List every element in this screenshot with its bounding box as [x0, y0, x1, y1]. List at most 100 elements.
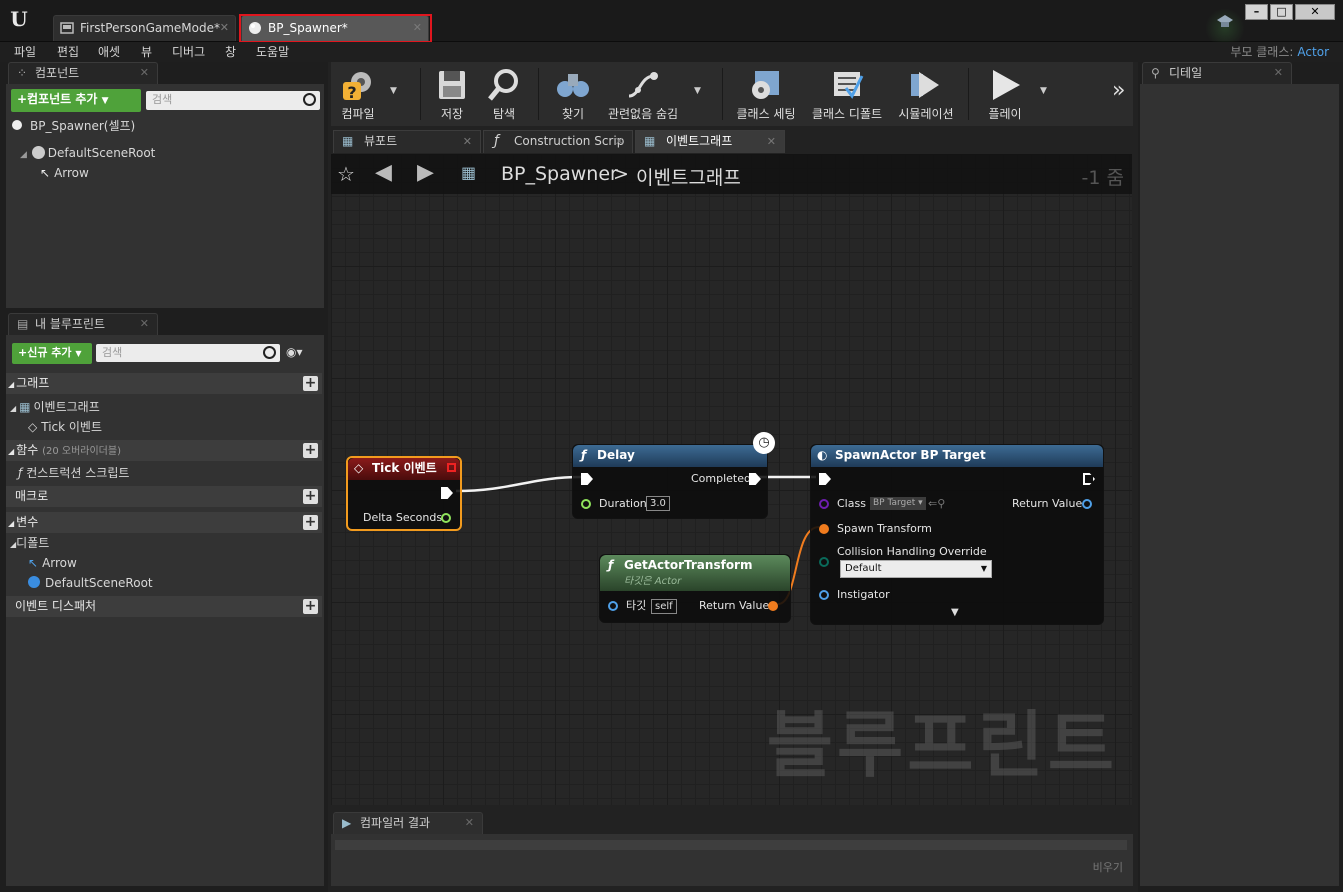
duration-value-input[interactable]: 3.0	[646, 496, 670, 511]
compile-button[interactable]: ? 컴파일	[334, 64, 382, 124]
play-options-dropdown[interactable]: ▼	[1040, 86, 1047, 96]
add-function-button[interactable]: +	[303, 443, 318, 458]
menu-file[interactable]: 파일	[14, 42, 36, 62]
transform-input-pin[interactable]	[819, 524, 829, 534]
class-defaults-button[interactable]: 클래스 디폴트	[808, 64, 886, 124]
minimize-button[interactable]: –	[1245, 4, 1268, 20]
tab-my-blueprint[interactable]: ▤ 내 블루프린트 ✕	[8, 313, 158, 335]
section-label: 그래프	[16, 376, 50, 390]
variable-arrow[interactable]: ↖ Arrow	[28, 554, 308, 572]
graph-item-tick-event[interactable]: ◇ Tick 이벤트	[28, 418, 308, 436]
hide-unrelated-dropdown[interactable]: ▼	[694, 86, 701, 96]
close-icon[interactable]: ✕	[140, 314, 149, 334]
eye-view-options-icon[interactable]: ◉▾	[286, 345, 303, 359]
section-macros[interactable]: 매크로 +	[6, 486, 322, 507]
browse-button[interactable]: 탐색	[480, 64, 528, 124]
add-graph-button[interactable]: +	[303, 376, 318, 391]
menu-asset[interactable]: 애셋	[98, 42, 120, 62]
add-variable-button[interactable]: +	[303, 515, 318, 530]
hide-unrelated-button[interactable]: 관련없음 숨김	[606, 64, 680, 124]
close-icon[interactable]: ✕	[1274, 63, 1283, 83]
component-arrow[interactable]: ↖ Arrow	[40, 164, 300, 182]
close-icon[interactable]: ✕	[140, 63, 149, 83]
class-picker[interactable]: BP Target ▾	[870, 497, 926, 510]
float-input-pin[interactable]	[581, 499, 591, 509]
close-icon[interactable]: ✕	[465, 813, 474, 833]
close-icon[interactable]: ✕	[615, 131, 624, 152]
section-functions[interactable]: ◢ 함수 (20 오버라이더블) +	[6, 440, 322, 461]
transform-output-pin[interactable]	[768, 601, 778, 611]
component-self[interactable]: BP_Spawner(셀프)	[12, 117, 312, 135]
pin-label: Class	[837, 497, 866, 510]
section-event-dispatchers[interactable]: 이벤트 디스패처 +	[6, 596, 322, 617]
graduation-cap-icon[interactable]	[1216, 14, 1234, 30]
tab-components[interactable]: ⁘ 컴포넌트 ✕	[8, 62, 158, 84]
menu-edit[interactable]: 편집	[57, 42, 79, 62]
component-default-scene-root[interactable]: ◢ DefaultSceneRoot	[20, 144, 300, 164]
components-search-input[interactable]: 검색	[146, 91, 320, 110]
node-spawn-actor[interactable]: ◐ SpawnActor BP Target Class BP Target ▾…	[810, 444, 1104, 625]
use-selected-arrow-icon[interactable]: ⇐⚲	[928, 497, 945, 510]
close-icon[interactable]: ✕	[463, 131, 472, 152]
close-icon[interactable]: ✕	[220, 16, 229, 40]
add-dispatcher-button[interactable]: +	[303, 599, 318, 614]
blueprint-search-input[interactable]: 검색	[96, 344, 280, 362]
class-settings-button[interactable]: 클래스 세팅	[732, 64, 800, 124]
add-new-button[interactable]: +신규 추가 ▼	[12, 343, 92, 364]
object-output-pin[interactable]	[1082, 499, 1092, 509]
pin-label: Return Value	[1012, 497, 1083, 510]
play-button[interactable]: 플레이	[978, 64, 1032, 124]
compile-options-dropdown[interactable]: ▼	[390, 86, 397, 96]
tab-label: 이벤트그래프	[666, 134, 733, 148]
exec-input-pin[interactable]	[819, 473, 831, 485]
enum-input-pin[interactable]	[819, 557, 829, 567]
doc-tab-gamemode[interactable]: FirstPersonGameMode* ✕	[53, 15, 236, 41]
section-variables[interactable]: ◢ 변수 +	[6, 512, 322, 533]
book-icon: ▤	[17, 317, 29, 331]
tab-event-graph[interactable]: ▦ 이벤트그래프 ✕	[635, 130, 785, 153]
simulation-button[interactable]: 시뮬레이션	[892, 64, 960, 124]
add-component-button[interactable]: +컴포넌트 추가 ▼	[11, 89, 141, 112]
node-get-actor-transform[interactable]: ƒ GetActorTransform 타깃은 Actor 타깃 self Re…	[599, 554, 791, 623]
clear-button[interactable]: 비우기	[1093, 859, 1123, 875]
menu-window[interactable]: 창	[225, 42, 236, 62]
tab-construction-script[interactable]: ƒ Construction Scrip ✕	[483, 130, 633, 153]
doc-tab-bp-spawner[interactable]: BP_Spawner* ✕	[241, 15, 429, 41]
close-icon[interactable]: ✕	[767, 131, 776, 152]
variable-group-components[interactable]: ◢디폴트	[10, 534, 310, 554]
node-delay[interactable]: ƒ Delay ◷ Completed Duration 3.0	[572, 432, 775, 519]
exec-output-pin[interactable]	[1083, 473, 1095, 485]
menu-view[interactable]: 뷰	[141, 42, 152, 62]
maximize-button[interactable]: □	[1270, 4, 1293, 20]
collision-dropdown[interactable]: Default ▼	[840, 560, 992, 578]
menu-help[interactable]: 도움말	[256, 42, 289, 62]
event-graph-canvas[interactable]: ☆ ◀ ▶ ▦ BP_Spawner > 이벤트그래프 -1 줌 ◇ Tick …	[331, 154, 1132, 805]
variable-default-scene-root[interactable]: DefaultSceneRoot	[28, 574, 308, 592]
exec-output-pin[interactable]	[749, 473, 761, 485]
tab-viewport[interactable]: ▦ 뷰포트 ✕	[333, 130, 481, 153]
find-button[interactable]: 찾기	[548, 64, 598, 124]
function-item-construction[interactable]: ƒ 컨스트럭션 스크립트	[18, 464, 308, 482]
node-tick-event[interactable]: ◇ Tick 이벤트 Delta Seconds	[346, 456, 462, 531]
close-icon[interactable]: ✕	[413, 16, 422, 40]
graph-item-event-graph[interactable]: ◢ ▦ 이벤트그래프	[10, 398, 310, 418]
toolbar-separator	[968, 68, 969, 120]
exec-output-pin[interactable]	[441, 487, 453, 499]
unreal-logo-icon[interactable]: U	[6, 6, 32, 32]
expand-advanced-icon[interactable]: ▼	[951, 607, 959, 618]
delegate-pin-icon[interactable]	[447, 463, 456, 472]
menu-debug[interactable]: 디버그	[172, 42, 205, 62]
target-input-pin[interactable]	[608, 601, 618, 611]
tab-compiler-results[interactable]: ▶ 컴파일러 결과 ✕	[333, 812, 483, 834]
tab-details[interactable]: ⚲ 디테일 ✕	[1142, 62, 1292, 84]
class-input-pin[interactable]	[819, 499, 829, 509]
exec-input-pin[interactable]	[581, 473, 593, 485]
section-graphs[interactable]: ◢ 그래프 +	[6, 373, 322, 394]
instigator-input-pin[interactable]	[819, 590, 829, 600]
close-window-button[interactable]: ✕	[1295, 4, 1335, 20]
toolbar-overflow-button[interactable]: »	[1112, 78, 1125, 103]
parent-class-link[interactable]: Actor	[1297, 45, 1329, 59]
add-macro-button[interactable]: +	[303, 489, 318, 504]
save-button[interactable]: 저장	[430, 64, 474, 124]
float-output-pin[interactable]	[441, 513, 451, 523]
